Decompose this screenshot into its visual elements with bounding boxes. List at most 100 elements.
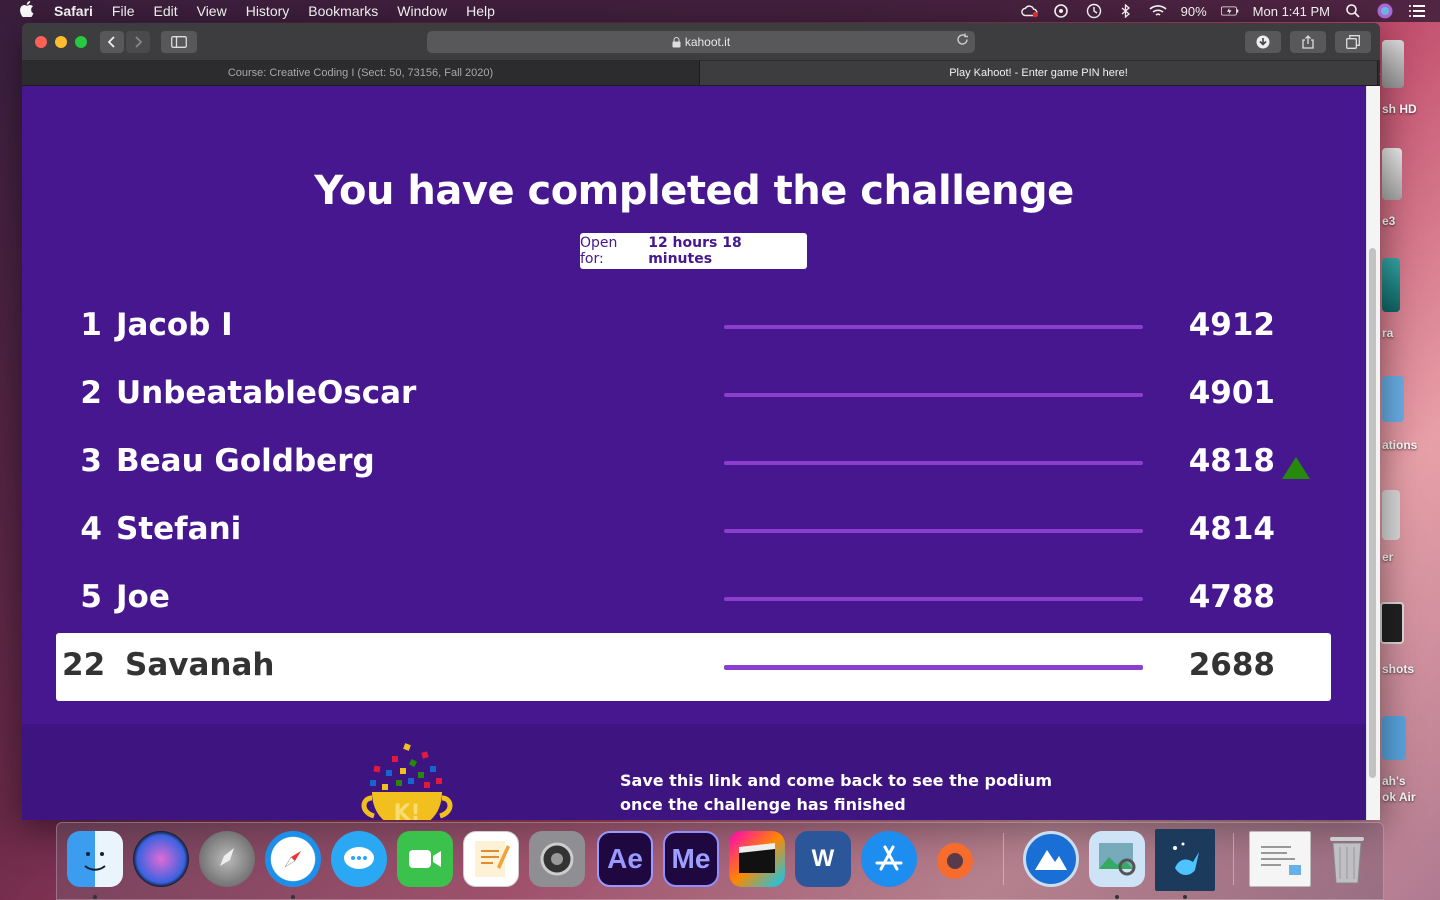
launchpad-icon[interactable]	[199, 831, 255, 887]
desktop-label-shots: shots	[1382, 662, 1415, 676]
rank: 4	[80, 511, 102, 547]
player-name: Stefani	[116, 511, 242, 547]
origin-icon[interactable]	[927, 831, 983, 887]
tabs-overview-button[interactable]	[1335, 31, 1371, 53]
siri-icon[interactable]	[1376, 3, 1394, 19]
after-effects-icon[interactable]: Ae	[597, 831, 653, 887]
scroll-thumb[interactable]	[1369, 248, 1376, 778]
save-message-line1: Save this link and come back to see the …	[620, 771, 1052, 790]
menu-help[interactable]: Help	[466, 3, 495, 19]
score-bar	[724, 393, 1143, 397]
menubar-status-area: 90% Mon 1:41 PM	[1020, 0, 1426, 22]
screenshots-icon[interactable]	[1380, 602, 1404, 644]
app-store-icon[interactable]	[861, 831, 917, 887]
menu-app-name[interactable]: Safari	[54, 3, 93, 19]
sidebar-toggle-button[interactable]	[161, 31, 197, 53]
hard-drive-icon[interactable]	[1382, 40, 1404, 88]
leaderboard-row: 5 Joe 4788	[56, 565, 1331, 633]
close-window-button[interactable]	[35, 35, 47, 48]
page-title: You have completed the challenge	[314, 168, 1074, 214]
running-indicator	[291, 895, 295, 899]
battery-icon[interactable]	[1220, 4, 1239, 18]
forward-button[interactable]	[126, 31, 150, 53]
chevron-left-icon	[107, 36, 115, 48]
safari-app-icon[interactable]	[265, 831, 321, 887]
desktop-label-applications: ations	[1382, 438, 1418, 452]
menu-edit[interactable]: Edit	[153, 3, 177, 19]
save-link-message: Save this link and come back to see the …	[620, 769, 1080, 817]
address-bar[interactable]: kahoot.it	[427, 31, 975, 53]
menubar: Safari File Edit View History Bookmarks …	[0, 0, 1440, 22]
menu-view[interactable]: View	[197, 3, 227, 19]
spotlight-search-icon[interactable]	[1344, 4, 1362, 18]
dock-separator	[1233, 833, 1234, 885]
safari-window: kahoot.it Course: Creative Coding I (Sec…	[22, 23, 1380, 820]
drive-icon[interactable]	[1382, 148, 1402, 200]
applications-folder-icon[interactable]	[1382, 376, 1404, 422]
running-indicator	[1115, 895, 1119, 899]
system-preferences-icon[interactable]	[529, 831, 585, 887]
rank: 2	[80, 375, 102, 411]
word-icon[interactable]: W	[795, 831, 851, 887]
mojave-icon[interactable]	[1023, 831, 1079, 887]
footer-panel: K! Save this link and come back to see t…	[22, 724, 1366, 820]
tab-course[interactable]: Course: Creative Coding I (Sect: 50, 731…	[22, 61, 700, 85]
wifi-icon[interactable]	[1149, 4, 1167, 18]
menubar-clock[interactable]: Mon 1:41 PM	[1253, 4, 1330, 19]
rank: 1	[80, 307, 102, 343]
siri-app-icon[interactable]	[133, 831, 189, 887]
own-leaderboard-row: 22 Savanah 2688	[56, 633, 1331, 701]
chevron-right-icon	[135, 36, 143, 48]
score-bar	[724, 461, 1143, 465]
menu-history[interactable]: History	[246, 3, 290, 19]
running-indicator	[93, 895, 97, 899]
facetime-icon[interactable]	[397, 831, 453, 887]
lock-icon	[672, 36, 681, 47]
share-button[interactable]	[1290, 31, 1326, 53]
finder-icon[interactable]	[67, 831, 123, 887]
desktop-label-er: er	[1382, 550, 1394, 564]
apple-menu-icon[interactable]	[20, 1, 36, 21]
running-indicator	[1183, 895, 1187, 899]
folder-icon[interactable]	[1382, 716, 1406, 760]
minimize-window-button[interactable]	[55, 35, 67, 48]
window-controls	[35, 35, 87, 48]
archive-icon[interactable]	[1382, 490, 1400, 540]
downloads-button[interactable]	[1245, 31, 1281, 53]
zoom-window-button[interactable]	[75, 35, 87, 48]
score: 2688	[1188, 647, 1275, 683]
share-icon	[1302, 35, 1314, 49]
pages-icon[interactable]	[463, 831, 519, 887]
menu-file[interactable]: File	[112, 3, 135, 19]
kahoot-page: You have completed the challenge Open fo…	[22, 86, 1366, 820]
messages-icon[interactable]	[331, 831, 387, 887]
dock-separator	[1003, 833, 1004, 885]
adobe-sync-icon[interactable]	[1053, 4, 1071, 18]
media-encoder-icon[interactable]: Me	[663, 831, 719, 887]
download-icon	[1256, 35, 1270, 49]
save-message-line2: once the challenge has finished	[620, 795, 906, 814]
final-cut-pro-icon[interactable]	[729, 831, 785, 887]
creative-cloud-icon[interactable]	[1020, 4, 1039, 18]
bluetooth-icon[interactable]	[1117, 4, 1135, 18]
notification-center-icon[interactable]	[1408, 4, 1426, 18]
menu-bookmarks[interactable]: Bookmarks	[308, 3, 378, 19]
player-name: Beau Goldberg	[116, 443, 375, 479]
tab-kahoot[interactable]: Play Kahoot! - Enter game PIN here!	[700, 61, 1378, 85]
page-scrollbar[interactable]	[1366, 86, 1380, 820]
score: 4814	[1188, 511, 1275, 547]
back-button[interactable]	[100, 31, 124, 53]
trash-icon[interactable]	[1319, 831, 1375, 887]
preview-icon[interactable]	[1089, 831, 1145, 887]
desktop-label-e3: e3	[1382, 214, 1396, 228]
player-name: UnbeatableOscar	[116, 375, 417, 411]
kahoot-app-icon[interactable]	[1155, 829, 1215, 891]
time-machine-icon[interactable]	[1085, 3, 1103, 19]
menu-window[interactable]: Window	[397, 3, 447, 19]
leaderboard-row: 3 Beau Goldberg 4818	[56, 429, 1331, 497]
reload-icon[interactable]	[956, 33, 969, 49]
installer-icon[interactable]	[1382, 258, 1400, 312]
new-tab-button[interactable]: +	[1378, 61, 1380, 85]
score-bar	[724, 597, 1143, 601]
documents-stack-icon[interactable]	[1249, 831, 1311, 887]
